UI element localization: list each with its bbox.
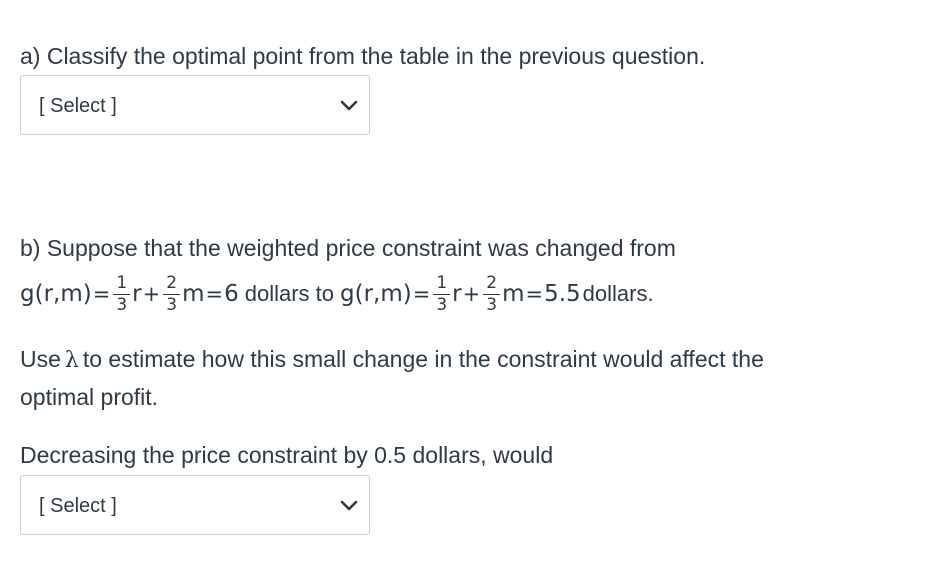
equation-1-var-m: m <box>182 281 205 307</box>
equation-2-fraction-1: 1 3 <box>433 273 451 315</box>
equation-2-fraction-2: 2 3 <box>483 273 501 315</box>
equation-1-fraction-1: 1 3 <box>113 273 131 315</box>
equation-2-var-m: m <box>502 281 525 307</box>
fraction-denominator: 3 <box>166 294 178 315</box>
equation-1-equals: = <box>92 282 111 306</box>
question-b-text: b) Suppose that the weighted price const… <box>20 235 676 261</box>
fraction-numerator: 2 <box>163 273 181 295</box>
use-prefix: Use <box>20 346 61 372</box>
end-text: dollars. <box>582 281 654 306</box>
question-a-text: a) Classify the optimal point from the t… <box>20 43 706 69</box>
part-b-select[interactable]: [ Select ] <box>20 475 370 535</box>
equation-1-var-r: r <box>132 281 142 307</box>
fraction-numerator: 1 <box>433 273 451 295</box>
part-a-select-label: [ Select ] <box>39 95 117 117</box>
use-lambda-line: Use λ to estimate how this small change in… <box>20 345 764 375</box>
part-a-select[interactable]: [ Select ] <box>20 75 370 135</box>
fraction-numerator: 1 <box>113 273 131 295</box>
equation-2-plus: + <box>462 282 481 306</box>
mid-text: dollars to <box>244 281 334 306</box>
fraction-denominator: 3 <box>116 294 128 315</box>
chevron-down-icon <box>340 500 358 511</box>
fraction-denominator: 3 <box>486 294 498 315</box>
lambda-symbol: λ <box>64 348 79 373</box>
fraction-denominator: 3 <box>436 294 448 315</box>
equation-1-fraction-2: 2 3 <box>163 273 181 315</box>
equation-2-lhs: g(r,m) <box>340 281 412 307</box>
part-b-select-label: [ Select ] <box>39 495 117 517</box>
equation-2-equals: = <box>412 282 431 306</box>
use-lambda-line-2: optimal profit. <box>20 384 159 410</box>
constraint-equations: g(r,m) = 1 3 r + 2 3 m = 6 dollars to g(… <box>20 266 660 322</box>
use-suffix: to estimate how this small change in the… <box>82 346 764 372</box>
equation-2-rhs: 5.5 <box>544 281 581 307</box>
fraction-numerator: 2 <box>483 273 501 295</box>
decreasing-text: Decreasing the price constraint by 0.5 d… <box>20 442 554 468</box>
equation-2-var-r: r <box>452 281 462 307</box>
equation-1-lhs: g(r,m) <box>20 281 92 307</box>
equation-1-plus: + <box>142 282 161 306</box>
equation-2-equals-2: = <box>525 282 544 306</box>
equation-1-equals-2: = <box>205 282 224 306</box>
chevron-down-icon <box>340 100 358 111</box>
equation-1-rhs: 6 <box>224 281 239 307</box>
